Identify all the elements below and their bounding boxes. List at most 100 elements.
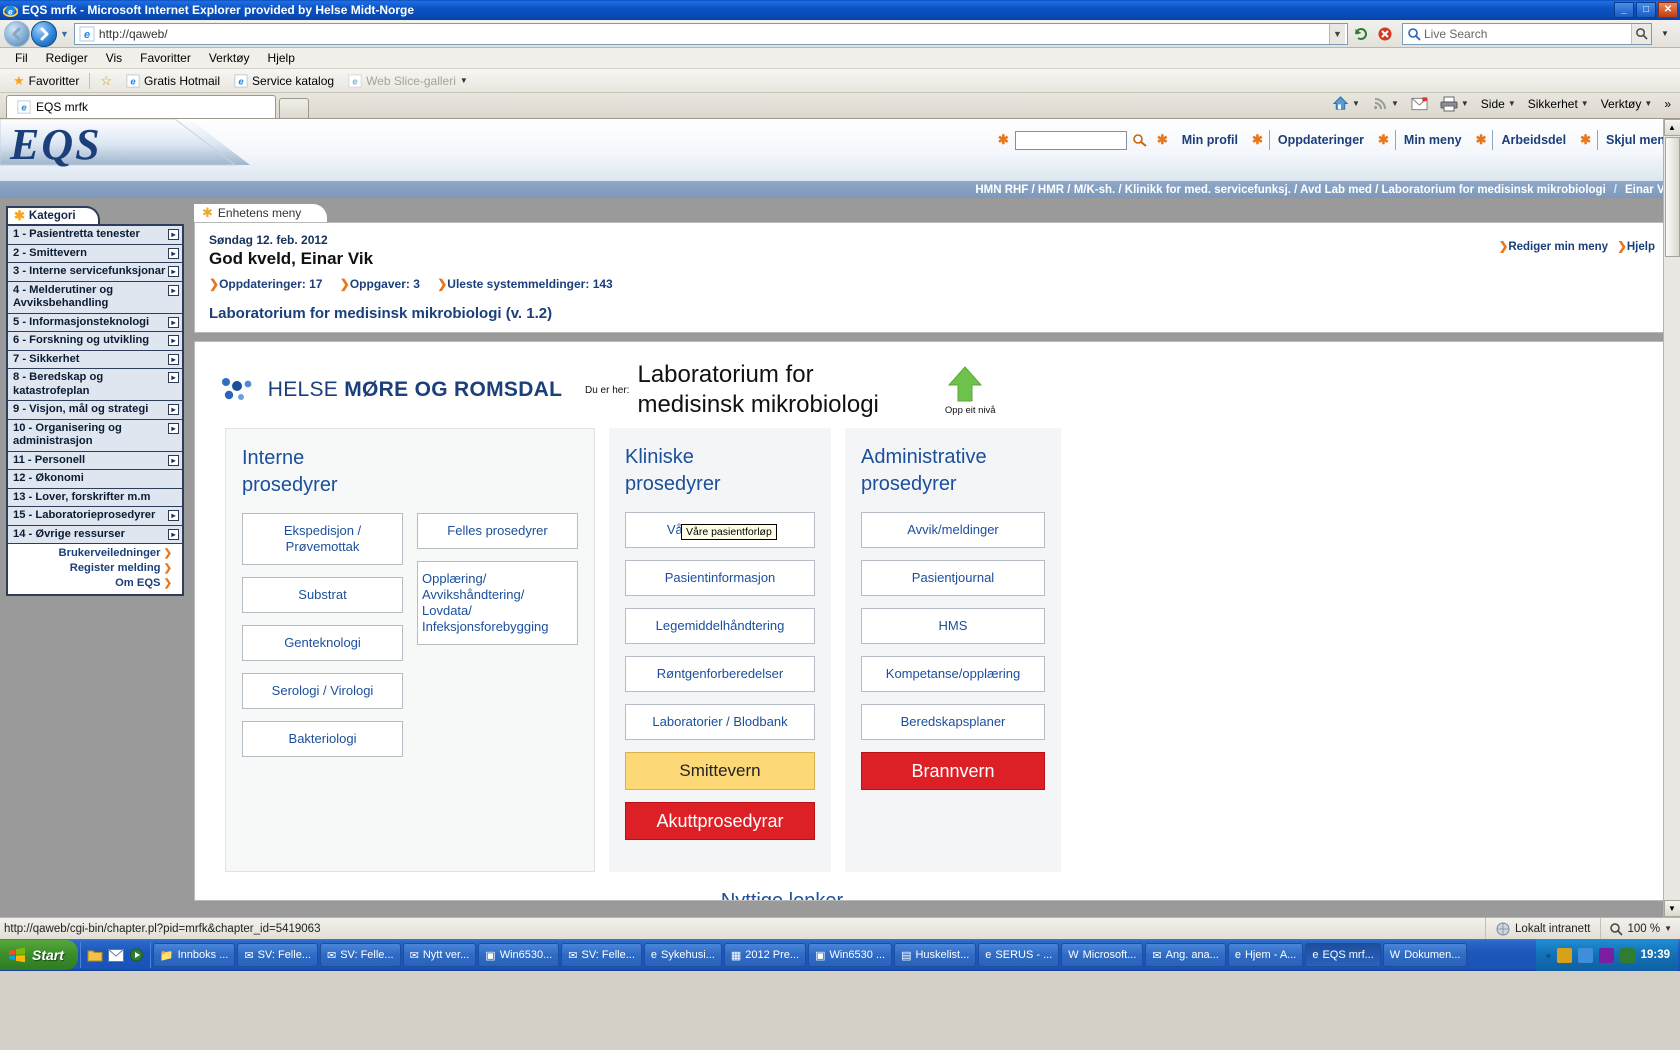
start-button[interactable]: Start [0,940,78,970]
tray-icon-3[interactable] [1598,947,1614,963]
tab-eqs-mrfk[interactable]: e EQS mrfk [6,95,276,118]
taskbar-item-sv-felles-1[interactable]: ✉ SV: Felle... [237,943,318,967]
sidebar-item-15[interactable]: 15 - Laboratorieprosedyrer ▸ [8,507,182,526]
expand-icon[interactable]: ▸ [168,335,179,346]
scroll-thumb[interactable] [1664,137,1680,257]
sidebar-item-1[interactable]: 1 - Pasientretta tenester ▸ [8,226,182,245]
sidebar-item-5[interactable]: 5 - Informasjonsteknologi ▸ [8,313,182,332]
zoom-control[interactable]: 100 % ▼ [1600,918,1680,939]
favorite-web-slice-galleri[interactable]: e Web Slice-galleri ▼ [341,74,475,88]
favorite-gratis-hotmail[interactable]: e Gratis Hotmail [119,74,227,88]
expand-icon[interactable]: ▸ [168,422,179,434]
address-bar[interactable]: e http://qaweb/ ▼ [73,22,1348,45]
sidebar-link-register-melding[interactable]: Register melding ❯ [12,561,172,576]
eqs-link-min-profil[interactable]: Min profil [1174,130,1246,150]
refresh-button[interactable] [1350,23,1372,45]
taskbar-item-serus[interactable]: e SERUS - ... [978,943,1060,967]
menu-item-favoritter[interactable]: Favoritter [131,51,200,65]
window-controls[interactable]: _ □ ✕ [1614,2,1678,18]
taskbar-item-win6530-2[interactable]: ▣ Win6530 ... [808,943,893,967]
sidebar-item-7[interactable]: 7 - Sikkerhet ▸ [8,350,182,369]
close-button[interactable]: ✕ [1658,2,1678,18]
page-vertical-scrollbar[interactable]: ▲ ▼ [1663,119,1680,917]
chevron-down-icon[interactable]: ▼ [460,76,468,85]
button-legemiddelhandtering[interactable]: Legemiddelhåndtering [625,608,815,644]
security-zone[interactable]: Lokalt intranett [1485,918,1600,939]
counter-uleste-systemmeldinger[interactable]: ❯Uleste systemmeldinger: 143 [437,277,613,291]
expand-icon[interactable]: ▸ [168,510,179,521]
home-button[interactable]: ▼ [1327,95,1365,112]
button-opplaering-avvikshandtering[interactable]: Opplæring/ Avvikshåndtering/ Lovdata/ In… [417,561,578,645]
eqs-link-min-meny[interactable]: Min meny [1394,130,1470,150]
taskbar-item-eqs-mrfk[interactable]: e EQS mrf... [1305,943,1381,967]
button-akuttprosedyrar[interactable]: Akuttprosedyrar [625,802,815,840]
menu-item-rediger[interactable]: Rediger [37,51,97,65]
scroll-down-button[interactable]: ▼ [1663,900,1680,917]
button-laboratorier-blodbank[interactable]: Laboratorier / Blodbank [625,704,815,740]
sidebar-item-12[interactable]: 12 - Økonomi [8,470,182,489]
button-kompetanse-opplaering[interactable]: Kompetanse/opplæring [861,656,1045,692]
counter-oppgaver[interactable]: ❯Oppgaver: 3 [340,277,423,291]
taskbar-item-ang-ana[interactable]: ✉ Ang. ana... [1145,943,1226,967]
search-go-button[interactable] [1631,23,1651,44]
chevron-down-icon[interactable]: ▼ [1352,99,1360,108]
safety-menu-button[interactable]: Sikkerhet ▼ [1523,97,1594,111]
taskbar-item-win6530-1[interactable]: ▣ Win6530... [478,943,560,967]
chevron-down-icon[interactable]: ▼ [1508,99,1516,108]
new-tab-button[interactable] [279,98,309,118]
sidebar-item-4[interactable]: 4 - Melderutiner og Avviksbehandling ▸ [8,281,182,314]
back-button[interactable] [4,20,30,47]
link-rediger-min-meny[interactable]: ❯Rediger min meny [1499,241,1612,253]
taskbar-item-huskeliste[interactable]: ▤ Huskelist... [894,943,977,967]
forward-button[interactable] [31,20,57,47]
expand-icon[interactable]: ▸ [168,266,179,277]
menu-item-fil[interactable]: Fil [6,51,37,65]
eqs-search-icon[interactable] [1129,129,1151,151]
expand-icon[interactable]: ▸ [168,528,179,540]
expand-icon[interactable]: ▸ [168,353,179,365]
button-pasientjournal[interactable]: Pasientjournal [861,560,1045,596]
button-ekspedisjon-provemottak[interactable]: Ekspedisjon / Prøvemottak [242,513,403,565]
sidebar-item-14[interactable]: 14 - Øvrige ressurser ▸ [8,525,182,544]
taskbar-item-dokumen[interactable]: W Dokumen... [1382,943,1467,967]
search-options-icon[interactable]: ▼ [1654,23,1676,45]
sidebar-item-6[interactable]: 6 - Forskning og utvikling ▸ [8,332,182,351]
taskbar-item-hjem[interactable]: e Hjem - A... [1227,943,1304,967]
feeds-button[interactable]: ▼ [1367,96,1404,112]
favorite-service-katalog[interactable]: e Service katalog [227,74,341,88]
quicklaunch-mail-icon[interactable] [107,948,124,962]
search-input[interactable]: Live Search [1402,22,1652,45]
unit-title[interactable]: Laboratorium for medisinsk mikrobiologi … [195,297,1669,332]
tools-menu-button[interactable]: Verktøy ▼ [1596,97,1658,111]
taskbar-item-sv-felles-3[interactable]: ✉ SV: Felle... [561,943,642,967]
expand-icon[interactable]: ▸ [168,454,179,466]
sidebar-item-9[interactable]: 9 - Visjon, mål og strategi ▸ [8,401,182,420]
chevron-down-icon[interactable]: ▼ [1461,99,1469,108]
tray-icon-2[interactable] [1577,947,1593,963]
menu-item-hjelp[interactable]: Hjelp [259,51,304,65]
button-serologi-virologi[interactable]: Serologi / Virologi [242,673,403,709]
expand-icon[interactable]: ▸ [168,247,179,259]
button-rontgenforberedelser[interactable]: Røntgenforberedelser [625,656,815,692]
taskbar-item-nytt-ver[interactable]: ✉ Nytt ver... [402,943,477,967]
sidebar-item-13[interactable]: 13 - Lover, forskrifter m.m [8,488,182,507]
taskbar-item-sykehusi[interactable]: e Sykehusi... [643,943,722,967]
menu-item-vis[interactable]: Vis [97,51,131,65]
expand-icon[interactable]: ▸ [168,316,179,328]
taskbar-item-2012-pre[interactable]: ▦ 2012 Pre... [723,943,807,967]
tab-enhetens-meny[interactable]: ✱ Enhetens meny [194,204,328,222]
chevron-down-icon[interactable]: ▼ [1391,99,1399,108]
sidebar-item-10[interactable]: 10 - Organisering og administrasjon ▸ [8,419,182,452]
link-hjelp[interactable]: ❯Hjelp [1617,241,1655,253]
quicklaunch-media-icon[interactable] [129,948,144,962]
favorites-button[interactable]: ★ Favoritter [6,73,86,89]
history-dropdown-icon[interactable]: ▼ [60,29,69,39]
taskbar-item-innboks[interactable]: 📁 Innboks ... [152,943,236,967]
button-substrat[interactable]: Substrat [242,577,403,613]
expand-icon[interactable]: ▸ [168,284,179,296]
up-one-level-button[interactable]: Opp eit nivå [945,365,996,416]
button-hms[interactable]: HMS [861,608,1045,644]
menu-item-verktoy[interactable]: Verktøy [200,51,259,65]
sidebar-link-brukerveiledninger[interactable]: Brukerveiledninger ❯ [12,546,172,561]
tray-icon-4[interactable] [1619,947,1635,963]
